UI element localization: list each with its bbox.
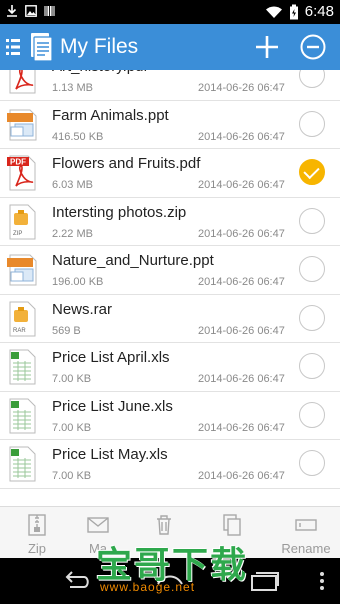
rar-file-icon: RAR [6,301,38,337]
overflow-menu-icon[interactable] [305,569,339,593]
file-date: 2014-06-26 06:47 [198,227,285,240]
zip-icon [28,514,46,536]
wifi-icon [265,6,282,18]
file-date: 2014-06-26 06:47 [198,470,285,482]
file-date: 2014-06-26 06:47 [198,324,285,337]
recent-apps-icon[interactable] [248,569,282,593]
file-name: Nature_and_Nurture.ppt [52,252,214,269]
file-size: 2.22 MB [52,227,93,240]
xls-file-icon [6,398,38,434]
ppt-file-icon [6,107,38,143]
file-name: Price List April.xls [52,349,170,366]
file-size: 6.03 MB [52,179,93,191]
file-row[interactable]: Farm Animals.ppt 416.50 KB 2014-06-26 06:4… [0,101,340,149]
app-bar: My Files [0,24,340,70]
file-checkbox[interactable] [299,256,325,282]
file-name: Price List May.xls [52,446,168,463]
file-checkbox[interactable] [299,70,325,88]
zip-file-icon: ZIP [6,204,38,240]
page-title: My Files [60,35,139,58]
file-name: News.rar [52,300,113,318]
file-checkbox[interactable] [299,450,325,476]
file-checkbox[interactable] [299,159,325,185]
file-name: Farm Animals.ppt [52,106,169,124]
mail-icon [87,517,109,533]
rename-label: Rename [281,541,331,556]
barcode-icon [44,6,55,16]
battery-icon [289,4,298,19]
file-size: 7.00 KB [52,373,92,385]
file-row[interactable]: RAR News.rar 569 B 2014-06-26 06:47 [0,295,340,343]
back-icon[interactable] [58,569,92,593]
file-row[interactable]: PDF Art_history.pdf 1.13 MB 2014-06-26 06:4… [0,70,340,101]
file-checkbox[interactable] [299,110,325,137]
archive-icon-label: ZIP [13,231,22,237]
file-row[interactable]: PDF Flowers and Fruits.pdf 6.03 MB 2014-06-… [0,149,340,198]
file-size: 1.13 MB [52,82,93,94]
app-logo-icon [31,33,53,62]
file-row[interactable]: ZIP Intersting photos.zip 2.22 MB 2014-06-2… [0,198,340,246]
zip-button[interactable]: Zip [3,507,71,559]
menu-icon[interactable] [6,37,20,57]
file-name: Art_history.pdf [52,70,148,75]
file-checkbox[interactable] [299,401,325,428]
add-icon[interactable] [253,33,281,61]
file-row[interactable]: Nature_and_Nurture.ppt 196.00 KB 2014-06-2… [0,246,340,295]
watermark-url: www.baoge.net [100,580,196,594]
file-row[interactable]: Price List May.xls 7.00 KB 2014-06-26 06:4… [0,440,340,489]
pdf-file-icon: PDF [6,70,38,94]
file-size: 7.00 KB [52,421,92,434]
file-size: 7.00 KB [52,470,92,482]
download-icon [7,5,17,17]
file-row[interactable]: Price List June.xls 7.00 KB 2014-06-26 06:… [0,392,340,440]
file-date: 2014-06-26 06:47 [198,179,285,191]
file-date: 2014-06-26 06:47 [198,421,285,434]
image-notification-icon [25,5,37,17]
file-row[interactable]: Price List April.xls 7.00 KB 2014-06-26 06… [0,343,340,392]
file-size: 416.50 KB [52,130,104,143]
remove-icon[interactable] [299,33,327,61]
trash-icon [157,515,171,535]
ppt-file-icon [6,252,38,288]
file-date: 2014-06-26 06:47 [198,373,285,385]
zip-label: Zip [27,541,47,556]
watermark: 宝哥下载 www.baoge.net [96,536,246,600]
status-bar: 6:48 [0,0,340,24]
file-date: 2014-06-26 06:47 [198,130,285,143]
file-size: 196.00 KB [52,276,104,288]
file-date: 2014-06-26 06:47 [198,276,285,288]
archive-icon-label: RAR [13,328,26,334]
file-checkbox[interactable] [299,207,325,234]
file-size: 569 B [52,324,81,337]
file-checkbox[interactable] [299,304,325,331]
pdf-file-icon: PDF [6,155,38,191]
file-list: PDF Art_history.pdf 1.13 MB 2014-06-26 06:4… [0,70,340,506]
file-name: Price List June.xls [52,397,173,415]
rename-icon [295,519,317,531]
file-name: Flowers and Fruits.pdf [52,155,201,172]
xls-file-icon [6,349,38,385]
xls-file-icon [6,446,38,482]
rename-button[interactable]: Rename [272,507,340,559]
copy-icon [223,514,241,536]
file-checkbox[interactable] [299,353,325,379]
status-time: 6:48 [304,3,334,20]
file-name: Intersting photos.zip [52,203,187,221]
pdf-icon-label: PDF [10,158,26,167]
file-date: 2014-06-26 06:47 [198,82,285,94]
